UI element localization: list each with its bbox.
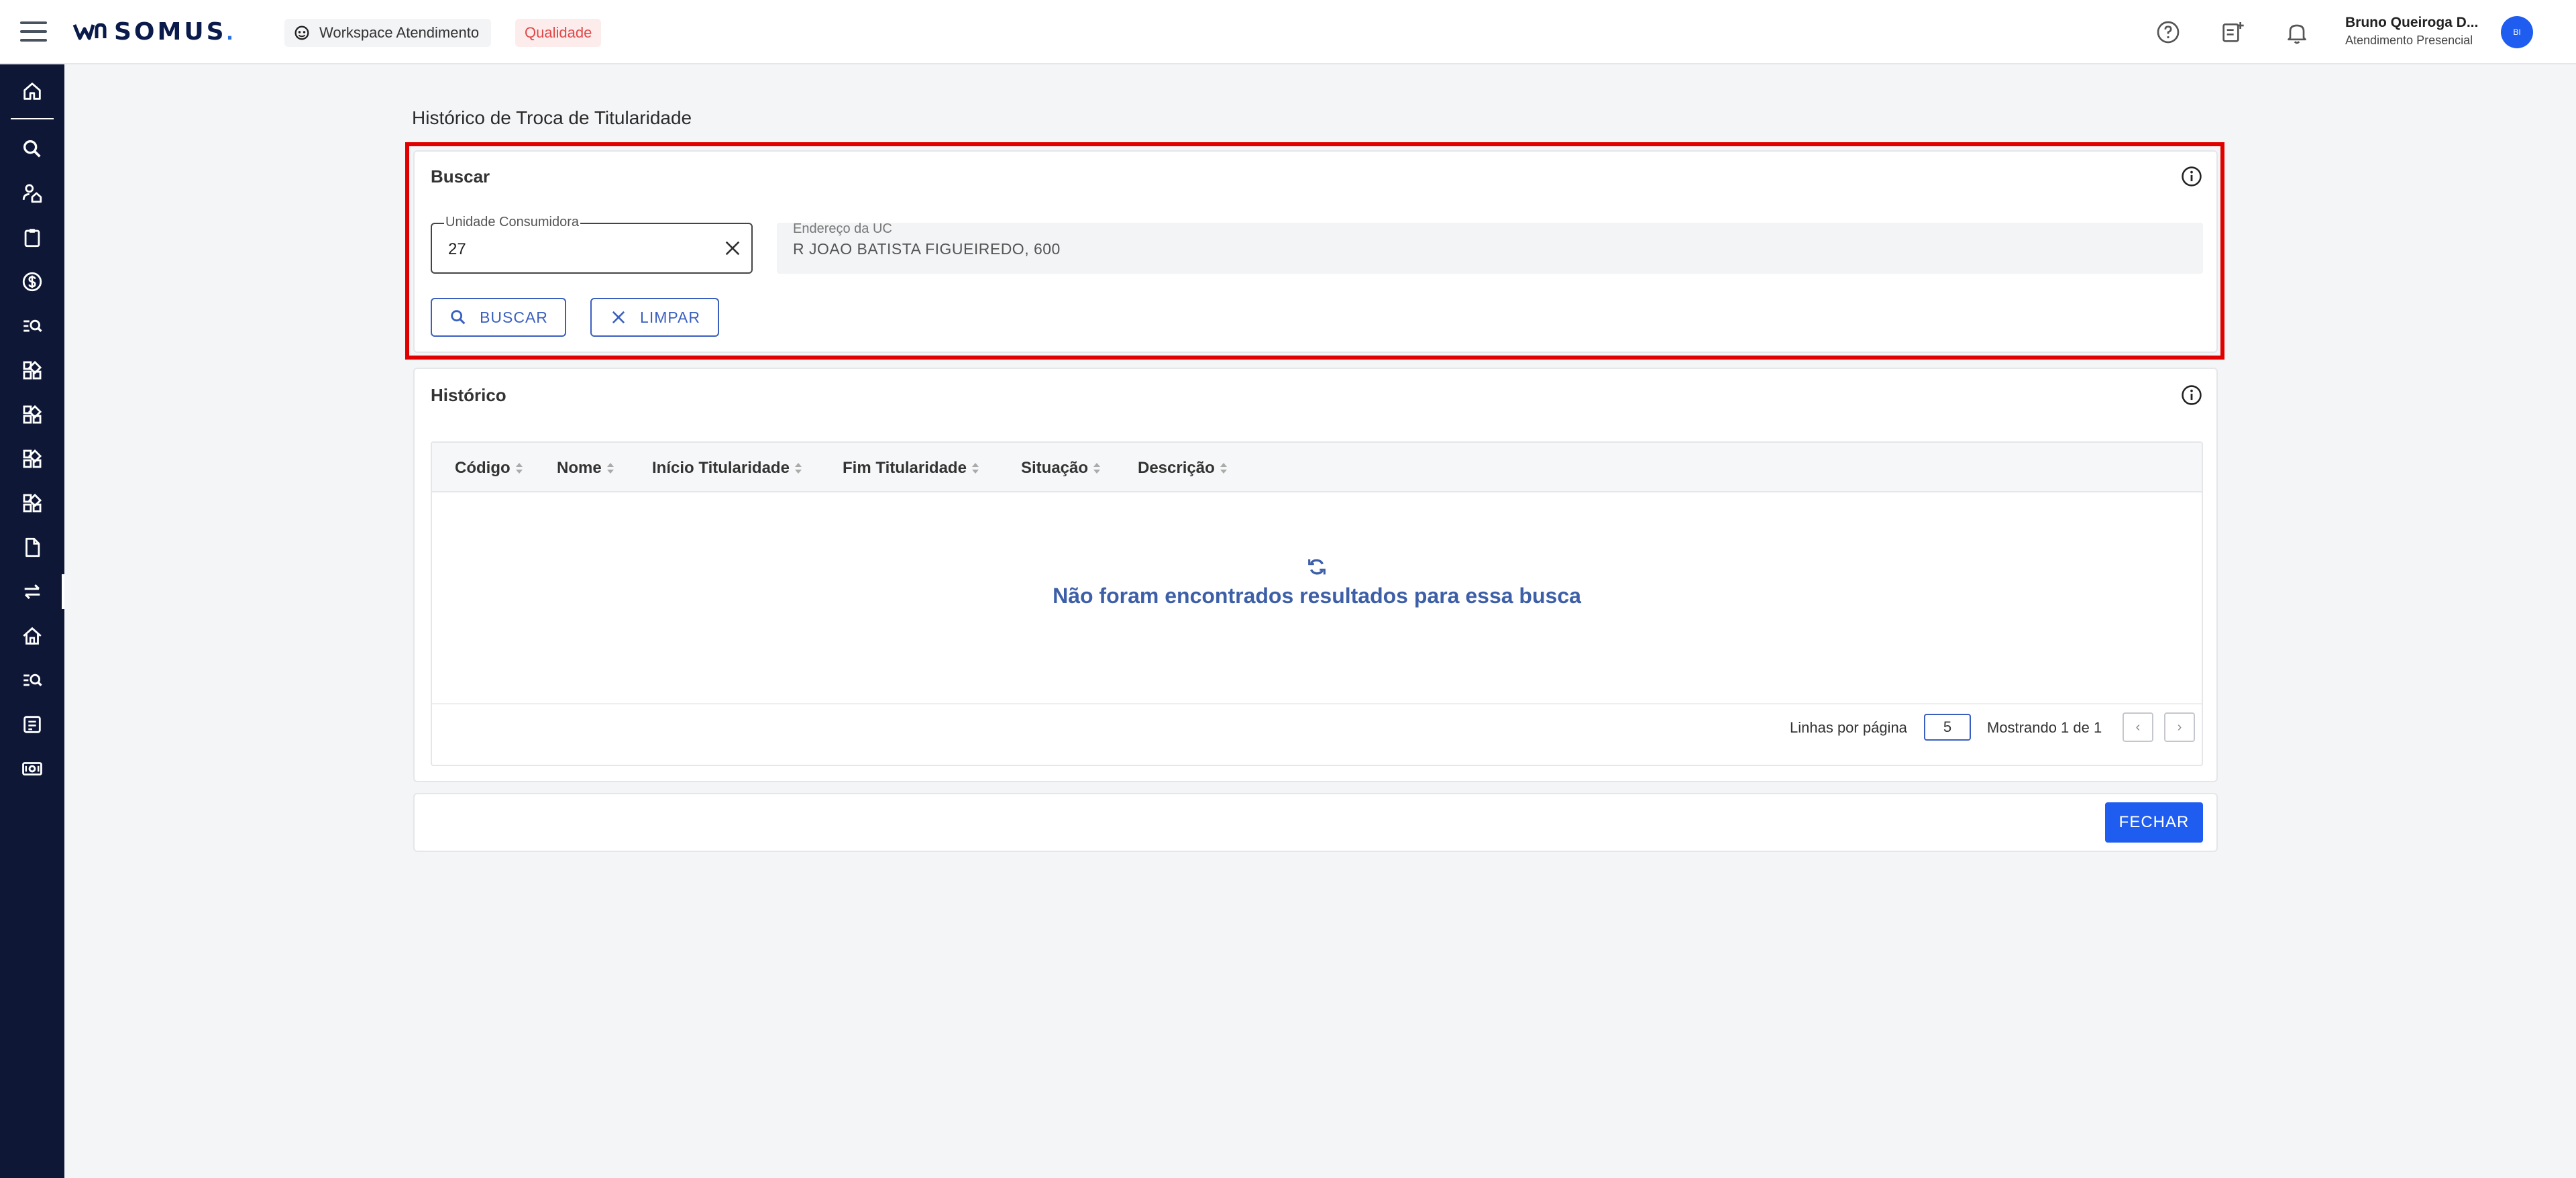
- swap-icon: [24, 584, 40, 600]
- sidebar-item-apps-1[interactable]: [0, 350, 64, 390]
- brand-logo[interactable]: SOMUS.: [72, 15, 233, 48]
- user-name[interactable]: Bruno Queiroga D...: [2345, 15, 2478, 31]
- clipboard-icon: [24, 229, 40, 248]
- sidebar-item-list-search-2[interactable]: [0, 660, 64, 700]
- workspace-chip[interactable]: Workspace Atendimento: [284, 19, 492, 47]
- sidebar-item-apps-3[interactable]: [0, 439, 64, 479]
- user-home-icon: [22, 184, 42, 203]
- brand-dot: .: [226, 17, 233, 45]
- column-header-label: Código: [455, 459, 511, 477]
- apps-icon: [23, 405, 42, 424]
- brand-name: SOMUS: [114, 17, 227, 46]
- column-header-label: Fim Titularidade: [843, 459, 967, 477]
- headset-icon: [294, 25, 309, 40]
- sort-icon: [1093, 462, 1101, 474]
- sidebar-item-user-home[interactable]: [0, 173, 64, 213]
- menu-icon[interactable]: [20, 21, 47, 42]
- list-search-icon: [23, 674, 42, 686]
- top-bar: SOMUS. Workspace Atendimento Qualidade B…: [0, 0, 2576, 64]
- column-header-situacao[interactable]: Situação: [1021, 459, 1101, 478]
- logo-mark-icon: [72, 23, 107, 40]
- new-note-icon[interactable]: [2219, 19, 2246, 46]
- highlight-box: [405, 142, 2224, 360]
- sidebar-item-ownership-swap[interactable]: [0, 572, 64, 612]
- empty-state-message: Não foram encontrados resultados para es…: [1053, 584, 1581, 608]
- footer-card: [413, 793, 2218, 852]
- document-icon: [25, 537, 40, 557]
- history-table: Código Nome Início Titularidade Fim Titu…: [431, 441, 2203, 766]
- sidebar-item-apps-4[interactable]: [0, 483, 64, 523]
- pagination-status: Mostrando 1 de 1: [1987, 719, 2102, 736]
- sidebar: [0, 64, 64, 1178]
- avatar[interactable]: BI: [2501, 16, 2533, 48]
- sidebar-item-document[interactable]: [0, 527, 64, 568]
- column-header-label: Situação: [1021, 459, 1089, 477]
- table-header: Código Nome Início Titularidade Fim Titu…: [432, 443, 2202, 492]
- page-title: Histórico de Troca de Titularidade: [412, 107, 692, 128]
- environment-badge: Qualidade: [515, 19, 602, 47]
- dollar-icon: [22, 272, 42, 292]
- refresh-icon: [1308, 559, 1326, 575]
- column-header-label: Início Titularidade: [652, 459, 790, 477]
- bell-icon[interactable]: [2284, 19, 2310, 46]
- rows-per-page-select[interactable]: 5: [1924, 714, 1971, 741]
- sidebar-item-apps-2[interactable]: [0, 394, 64, 435]
- sort-icon: [794, 462, 802, 474]
- column-header-nome[interactable]: Nome: [557, 459, 614, 478]
- sort-icon: [515, 462, 523, 474]
- column-header-inicio[interactable]: Início Titularidade: [652, 459, 802, 478]
- sidebar-item-list-search[interactable]: [0, 306, 64, 346]
- close-button[interactable]: FECHAR: [2105, 802, 2203, 843]
- column-header-fim[interactable]: Fim Titularidade: [843, 459, 979, 478]
- column-header-codigo[interactable]: Código: [455, 459, 523, 478]
- apps-icon: [23, 493, 42, 513]
- home-icon: [23, 83, 41, 100]
- next-page-button[interactable]: ›: [2164, 712, 2195, 742]
- sidebar-item-cash[interactable]: [0, 749, 64, 789]
- apps-icon: [23, 360, 42, 380]
- info-icon[interactable]: [2180, 384, 2203, 407]
- sidebar-item-clipboard[interactable]: [0, 217, 64, 258]
- apps-icon: [23, 449, 42, 468]
- table-footer-divider: [432, 703, 2202, 704]
- search-icon: [23, 140, 41, 158]
- user-role: Atendimento Presencial: [2345, 34, 2473, 47]
- column-header-label: Nome: [557, 459, 602, 477]
- sort-icon: [1220, 462, 1227, 474]
- history-card-title: Histórico: [431, 385, 506, 405]
- house-icon: [23, 627, 42, 645]
- list-search-icon: [23, 319, 42, 332]
- notes-icon: [23, 716, 41, 733]
- column-header-label: Descrição: [1138, 459, 1215, 477]
- help-icon[interactable]: [2155, 19, 2182, 46]
- workspace-label: Workspace Atendimento: [319, 24, 480, 41]
- sort-icon: [971, 462, 979, 474]
- rows-per-page-label: Linhas por página: [1790, 719, 1907, 736]
- sort-icon: [606, 462, 614, 474]
- sidebar-divider: [11, 118, 54, 119]
- sidebar-item-house[interactable]: [0, 616, 64, 656]
- sidebar-item-notes[interactable]: [0, 704, 64, 745]
- cash-icon: [22, 762, 42, 775]
- sidebar-item-billing[interactable]: [0, 262, 64, 302]
- sidebar-item-search[interactable]: [0, 129, 64, 169]
- sidebar-item-home[interactable]: [0, 71, 64, 111]
- column-header-descricao[interactable]: Descrição: [1138, 459, 1227, 478]
- prev-page-button[interactable]: ‹: [2123, 712, 2153, 742]
